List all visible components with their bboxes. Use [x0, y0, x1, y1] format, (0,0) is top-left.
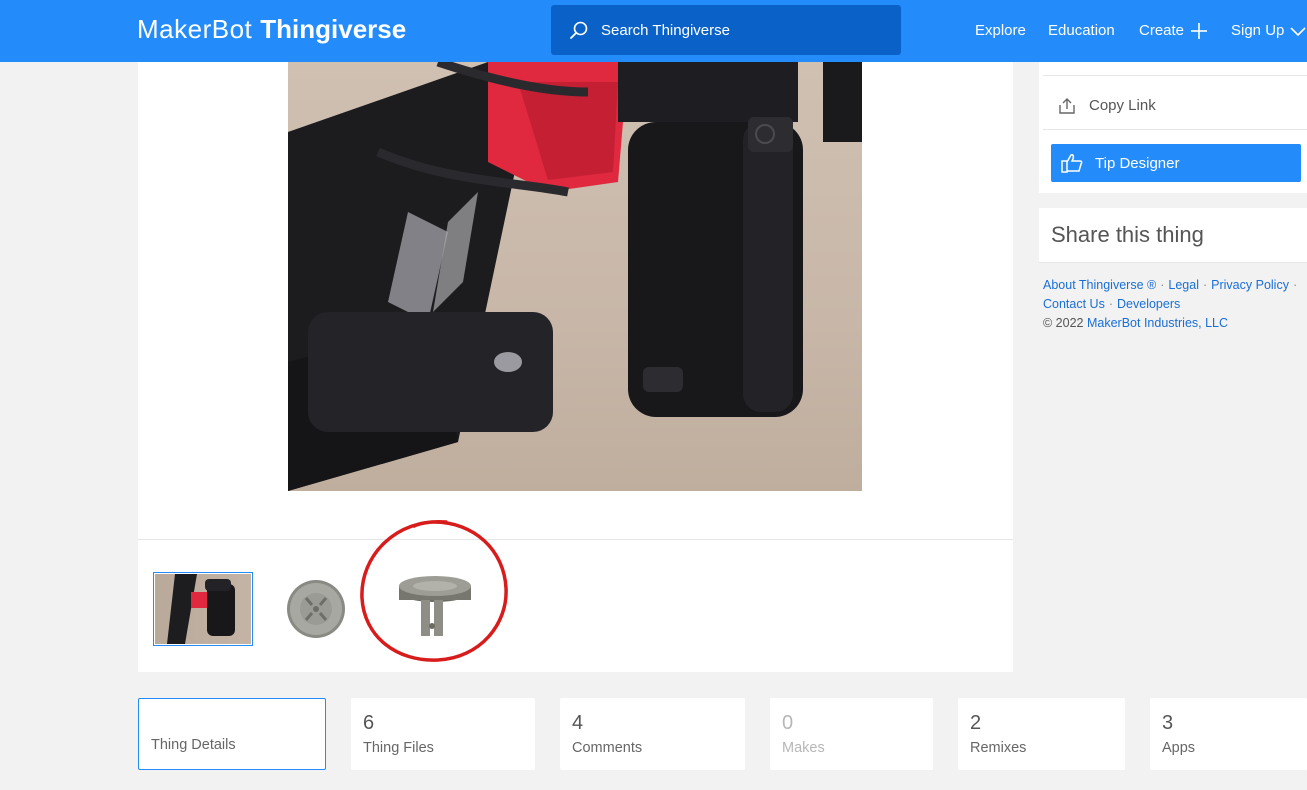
- top-navigation-bar: MakerBot Thingiverse Search Thingiverse E…: [0, 0, 1307, 62]
- share-this-thing-title: Share this thing: [1051, 222, 1204, 247]
- footer-contact-link[interactable]: Contact Us: [1043, 297, 1105, 311]
- gallery-divider: [138, 539, 1013, 540]
- tip-designer-button[interactable]: Tip Designer: [1051, 144, 1301, 182]
- comments-label: Comments: [572, 740, 643, 756]
- makes-count: 0: [782, 712, 794, 734]
- copy-link-label: Copy Link: [1089, 97, 1156, 114]
- search-placeholder: Search Thingiverse: [601, 21, 730, 39]
- remixes-count: 2: [970, 712, 982, 734]
- separator-dot: ·: [1108, 297, 1114, 311]
- footer-developers-link[interactable]: Developers: [1117, 297, 1180, 311]
- chevron-down-icon: [1290, 27, 1306, 37]
- tab-remixes[interactable]: 2 Remixes: [958, 698, 1125, 770]
- logo-brand-text: MakerBot: [137, 14, 253, 44]
- thing-files-label: Thing Files: [363, 740, 434, 756]
- nav-explore-label: Explore: [975, 22, 1026, 39]
- apps-count: 3: [1162, 712, 1174, 734]
- comments-count: 4: [572, 712, 584, 734]
- thing-files-count: 6: [363, 712, 375, 734]
- bike-mount-photo-illustration: [288, 62, 862, 491]
- thumbnail-1-image: [167, 574, 235, 644]
- footer-about-link[interactable]: About Thingiverse ®: [1043, 278, 1156, 292]
- separator-dot: ·: [1160, 278, 1165, 292]
- copy-link-button[interactable]: Copy Link: [1043, 82, 1307, 130]
- nav-explore[interactable]: Explore: [975, 20, 1026, 42]
- tab-thing-details[interactable]: Thing Details: [138, 698, 326, 770]
- search-icon: [570, 21, 588, 39]
- apps-label: Apps: [1162, 740, 1196, 756]
- thing-gallery-card: [138, 62, 1013, 672]
- footer-copyright: © 2022: [1043, 316, 1084, 330]
- red-annotation-circle: [360, 520, 508, 662]
- makes-label: Makes: [782, 740, 825, 756]
- separator-dot: ·: [1292, 278, 1298, 292]
- thumbnail-1-selected[interactable]: [153, 572, 253, 646]
- thumbs-up-icon: [1061, 154, 1083, 173]
- share-upload-icon: [1059, 97, 1075, 114]
- footer-links: About Thingiverse ® · Legal · Privacy Policy…: [1043, 276, 1307, 333]
- separator-dot: ·: [1202, 278, 1208, 292]
- nav-sign-up[interactable]: Sign Up: [1231, 20, 1306, 42]
- share-this-thing-card: Share this thing: [1039, 208, 1307, 263]
- footer-company-link[interactable]: MakerBot Industries, LLC: [1087, 316, 1228, 330]
- makerbot-thingiverse-logo[interactable]: MakerBot Thingiverse: [137, 14, 406, 44]
- nav-create[interactable]: Create: [1139, 20, 1208, 42]
- search-box[interactable]: Search Thingiverse: [551, 5, 901, 55]
- tip-designer-label: Tip Designer: [1095, 154, 1180, 172]
- tab-comments[interactable]: 4 Comments: [560, 698, 745, 770]
- nav-create-label: Create: [1139, 22, 1185, 39]
- footer-legal-link[interactable]: Legal: [1168, 278, 1199, 292]
- tab-makes[interactable]: 0 Makes: [770, 698, 933, 770]
- remixes-label: Remixes: [970, 740, 1027, 756]
- footer-privacy-link[interactable]: Privacy Policy: [1211, 278, 1289, 292]
- nav-sign-up-label: Sign Up: [1231, 22, 1285, 39]
- main-thing-photo[interactable]: [288, 62, 862, 491]
- actions-row-partial: [1043, 62, 1307, 76]
- nav-education[interactable]: Education: [1048, 20, 1115, 42]
- tab-thing-details-label: Thing Details: [151, 737, 236, 753]
- logo-product-text: Thingiverse: [260, 14, 407, 44]
- nav-education-label: Education: [1048, 22, 1115, 39]
- tab-thing-files[interactable]: 6 Thing Files: [351, 698, 535, 770]
- tab-apps[interactable]: 3 Apps: [1150, 698, 1307, 770]
- plus-icon: [1191, 23, 1208, 39]
